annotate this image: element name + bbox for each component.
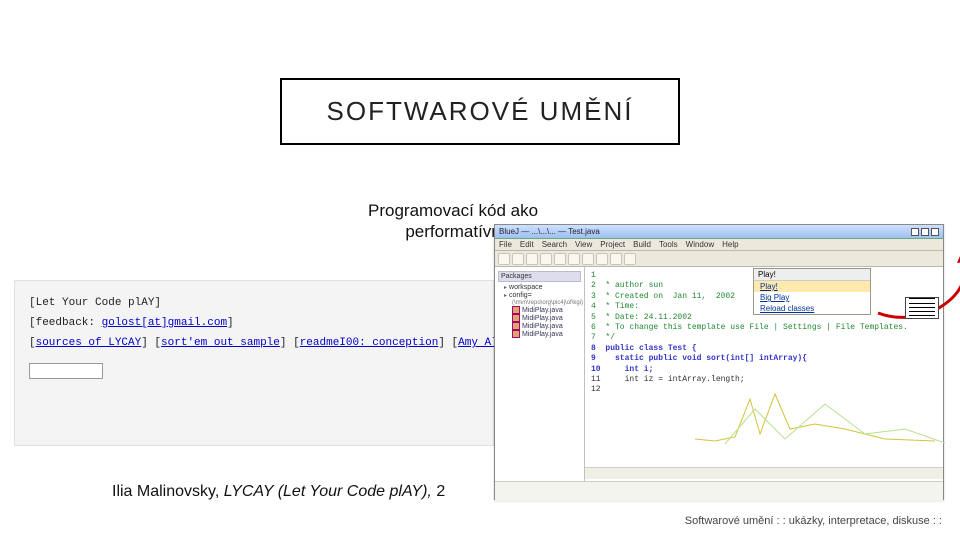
link-sortem[interactable]: sort'em out sample [161, 337, 280, 349]
footer-topic: Softwarové umění [685, 515, 774, 527]
toolbar-button[interactable] [582, 253, 594, 265]
menu-edit[interactable]: Edit [520, 240, 534, 249]
image-ide-window: BlueJ — ...\...\... — Test.java File Edi… [494, 224, 944, 500]
ide-action-panel: Play! Play! Big Play Reload classes [753, 268, 871, 315]
sidebar-leaf[interactable]: MidiPlay.java [498, 314, 581, 322]
minimize-button[interactable] [911, 228, 919, 236]
menu-search[interactable]: Search [542, 240, 567, 249]
link-readme[interactable]: readmeI00: conception [300, 337, 439, 349]
toolbar-button[interactable] [498, 253, 510, 265]
menu-help[interactable]: Help [722, 240, 738, 249]
action-panel-title: Play! [754, 269, 870, 281]
ide-statusbar [495, 481, 943, 501]
ide-toolbar [495, 251, 943, 267]
image-lycay-page: [Let Your Code plAY] [feedback: golost[a… [14, 280, 494, 446]
sourceforge-badge[interactable] [29, 363, 103, 379]
waveform-annotation [695, 379, 955, 449]
action-reload[interactable]: Reload classes [754, 303, 870, 314]
close-button[interactable] [931, 228, 939, 236]
link-sources[interactable]: sources of LYCAY [36, 337, 142, 349]
music-notation-icon [905, 297, 939, 319]
action-big-play[interactable]: Big Play [754, 292, 870, 303]
menu-window[interactable]: Window [686, 240, 714, 249]
sidebar-leaf[interactable]: MidiPlay.java [498, 330, 581, 338]
sidebar-header: Packages [498, 271, 581, 282]
lycay-feedback-mail[interactable]: golost[at]gmail.com [102, 317, 227, 329]
slide-title: SOFTWAROVÉ UMĚNÍ [280, 78, 680, 145]
menu-tools[interactable]: Tools [659, 240, 678, 249]
action-play[interactable]: Play! [754, 281, 870, 292]
ide-menubar: File Edit Search View Project Build Tool… [495, 239, 943, 251]
menu-file[interactable]: File [499, 240, 512, 249]
title-text: SOFTWAROVÉ UMĚNÍ [327, 96, 634, 126]
sidebar-leaf[interactable]: MidiPlay.java [498, 306, 581, 314]
code-line: 9 static public void sort(int[] intArray… [591, 354, 937, 364]
menu-view[interactable]: View [575, 240, 592, 249]
toolbar-button[interactable] [526, 253, 538, 265]
subtitle-line1: Programovací kód ako [368, 201, 538, 220]
caption: Ilia Malinovsky, LYCAY (Let Your Code pl… [112, 483, 445, 501]
footer-desc: : : ukázky, interpretace, diskuse : : [773, 515, 942, 527]
toolbar-button[interactable] [554, 253, 566, 265]
toolbar-button[interactable] [610, 253, 622, 265]
footer: Softwarové umění : : ukázky, interpretac… [685, 515, 942, 528]
caption-work: LYCAY (Let Your Code plAY), [224, 483, 437, 500]
toolbar-button[interactable] [596, 253, 608, 265]
lycay-feedback-suffix: ] [227, 317, 234, 329]
slide: SOFTWAROVÉ UMĚNÍ Programovací kód ako pe… [0, 0, 960, 540]
sidebar-package-node[interactable]: config= [498, 292, 581, 299]
toolbar-button[interactable] [512, 253, 524, 265]
subtitle-line2: performatívn [405, 222, 500, 241]
code-line: 8 public class Test { [591, 344, 937, 354]
code-line: 10 int i; [591, 365, 937, 375]
sidebar-leaf[interactable]: MidiPlay.java [498, 322, 581, 330]
code-line: 6 * To change this template use File | S… [591, 323, 937, 333]
toolbar-button[interactable] [624, 253, 636, 265]
lycay-feedback-prefix: [feedback: [29, 317, 102, 329]
lycay-feedback-line: [feedback: golost[at]gmail.com] [29, 317, 479, 329]
scrollbar-horizontal[interactable] [585, 467, 943, 479]
toolbar-button[interactable] [568, 253, 580, 265]
menu-build[interactable]: Build [633, 240, 651, 249]
maximize-button[interactable] [921, 228, 929, 236]
lycay-links-row: [sources of LYCAY] [sort'em out sample] … [29, 337, 479, 349]
code-line: 7 */ [591, 333, 937, 343]
caption-author: Ilia Malinovsky, [112, 483, 224, 500]
menu-project[interactable]: Project [600, 240, 625, 249]
ide-sidebar: Packages workspace config= (\mvn\repo\or… [495, 267, 585, 481]
toolbar-button[interactable] [540, 253, 552, 265]
lycay-title: [Let Your Code plAY] [29, 297, 479, 309]
sidebar-root-node[interactable]: workspace [498, 284, 581, 291]
ide-title-text: BlueJ — ...\...\... — Test.java [499, 227, 600, 236]
ide-body: Packages workspace config= (\mvn\repo\or… [495, 267, 943, 481]
caption-year: 2 [436, 483, 445, 500]
ide-titlebar: BlueJ — ...\...\... — Test.java [495, 225, 943, 239]
